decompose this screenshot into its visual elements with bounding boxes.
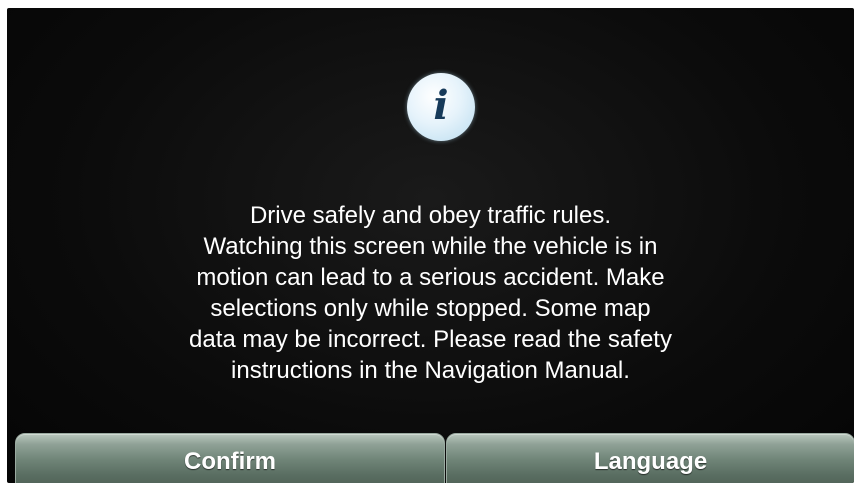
message-line: data may be incorrect. Please read the s… [189, 326, 672, 353]
message-line: Watching this screen while the vehicle i… [203, 233, 658, 260]
device-bezel: i Drive safely and obey traffic rules. W… [0, 0, 861, 485]
info-icon-glyph: i [433, 82, 449, 129]
confirm-button[interactable]: Confirm [15, 433, 445, 483]
language-button[interactable]: Language [446, 433, 854, 483]
message-line: instructions in the Navigation Manual. [231, 357, 630, 384]
safety-message: Drive safely and obey traffic rules. Wat… [87, 200, 774, 386]
message-line: motion can lead to a serious accident. M… [196, 264, 665, 291]
message-line: Drive safely and obey traffic rules. [249, 202, 612, 229]
navigation-screen: i Drive safely and obey traffic rules. W… [7, 8, 854, 483]
info-icon: i [407, 73, 475, 141]
confirm-button-label: Confirm [184, 448, 276, 475]
language-button-label: Language [593, 448, 708, 475]
message-line: selections only while stopped. Some map [210, 295, 651, 322]
